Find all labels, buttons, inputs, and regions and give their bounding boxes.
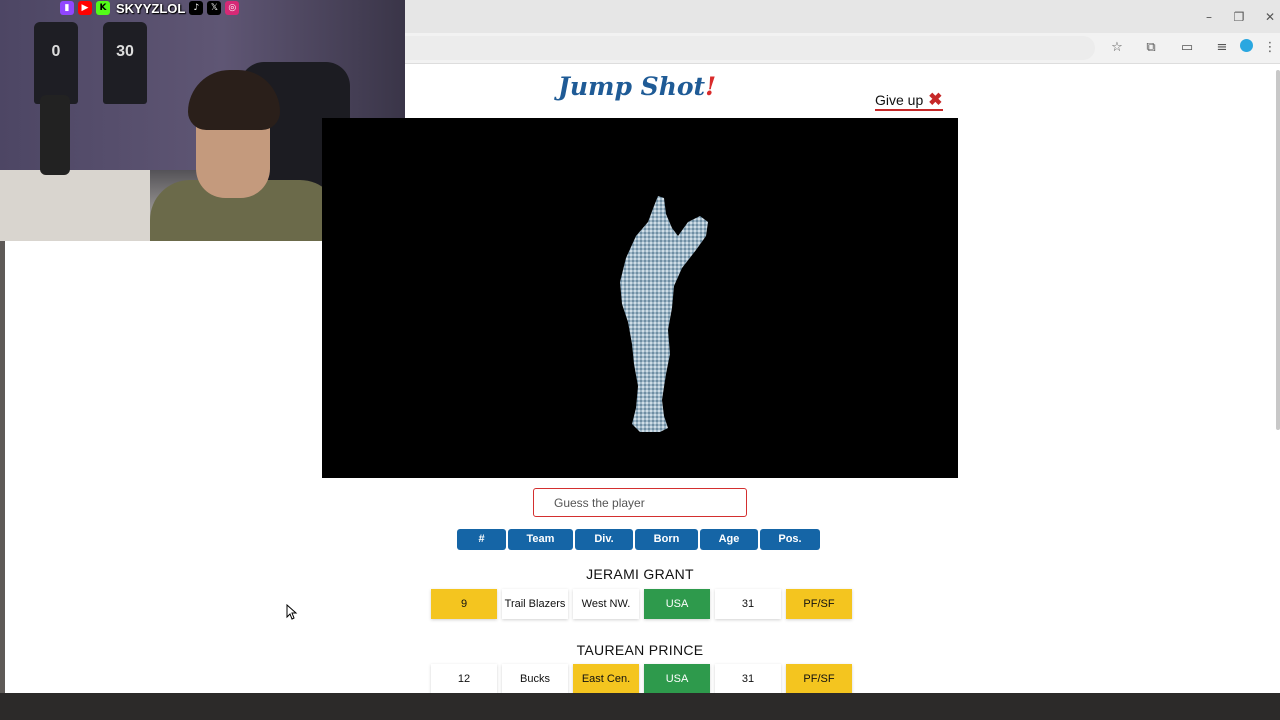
cell-position: PF/SF [786,664,852,694]
kick-icon: K [96,1,110,15]
streamer-handle: SKYYZLOL [116,0,186,16]
cell-division: East Cen. [573,664,639,694]
tiktok-icon: ♪ [189,1,204,15]
guess-player-name: TAUREAN PRINCE [576,642,704,658]
cell-age: 31 [715,664,781,694]
cell-born: USA [644,589,710,619]
youtube-icon: ▶ [78,1,92,15]
give-up-button[interactable]: Give up ✖ [875,90,943,111]
microphone [40,95,70,175]
hanging-jersey: 0 [34,22,78,104]
left-blank-panel [5,241,323,693]
clue-column-headers: # Team Div. Born Age Pos. [457,529,820,550]
browser-title-bar [405,0,1280,33]
hanging-jersey: 30 [103,22,147,104]
game-logo: Jump Shot! [558,72,716,101]
social-handles: ▮ ▶ K SKYYZLOL ♪ 𝕏 ◎ [60,0,240,16]
cell-position: PF/SF [786,589,852,619]
guess-row: 9 Trail Blazers West NW. USA 31 PF/SF [431,589,852,619]
cast-icon[interactable]: ▭ [1178,39,1196,57]
cell-team: Bucks [502,664,568,694]
player-silhouette-icon [620,196,708,432]
x-icon: 𝕏 [207,1,222,15]
browser-menu-icon[interactable]: ⋮ [1261,39,1279,57]
header-team: Team [508,529,573,550]
twitch-icon: ▮ [60,1,74,15]
logo-exclamation: ! [705,72,717,101]
minimize-button[interactable]: – [1198,8,1220,26]
header-position: Pos. [760,529,820,550]
header-age: Age [700,529,758,550]
guess-row: 12 Bucks East Cen. USA 31 PF/SF [431,664,852,694]
mouse-cursor-icon [286,604,298,620]
media-control-icon[interactable]: ≡ [1213,39,1231,57]
header-number: # [457,529,506,550]
give-up-label: Give up [875,92,924,108]
profile-avatar-icon[interactable] [1237,39,1255,57]
cell-number: 9 [431,589,497,619]
cell-age: 31 [715,589,781,619]
player-silhouette-video[interactable] [322,118,958,478]
os-taskbar [0,693,1280,720]
cell-division: West NW. [573,589,639,619]
page-scrollbar[interactable] [1276,70,1280,430]
close-window-button[interactable]: ✕ [1259,8,1280,26]
logo-text: Jump Shot [558,72,706,101]
header-born: Born [635,529,698,550]
guess-player-input[interactable] [533,488,747,517]
cell-team: Trail Blazers [502,589,568,619]
extensions-icon[interactable]: ⧉ [1142,39,1160,57]
webcam-floor [0,170,150,241]
bookmark-star-icon[interactable]: ☆ [1108,39,1126,57]
guess-player-name: JERAMI GRANT [586,566,694,582]
restore-button[interactable]: ❐ [1228,8,1250,26]
instagram-icon: ◎ [225,1,240,15]
close-x-icon: ✖ [928,90,943,109]
header-division: Div. [575,529,633,550]
cell-number: 12 [431,664,497,694]
cell-born: USA [644,664,710,694]
address-bar[interactable] [405,36,1095,60]
